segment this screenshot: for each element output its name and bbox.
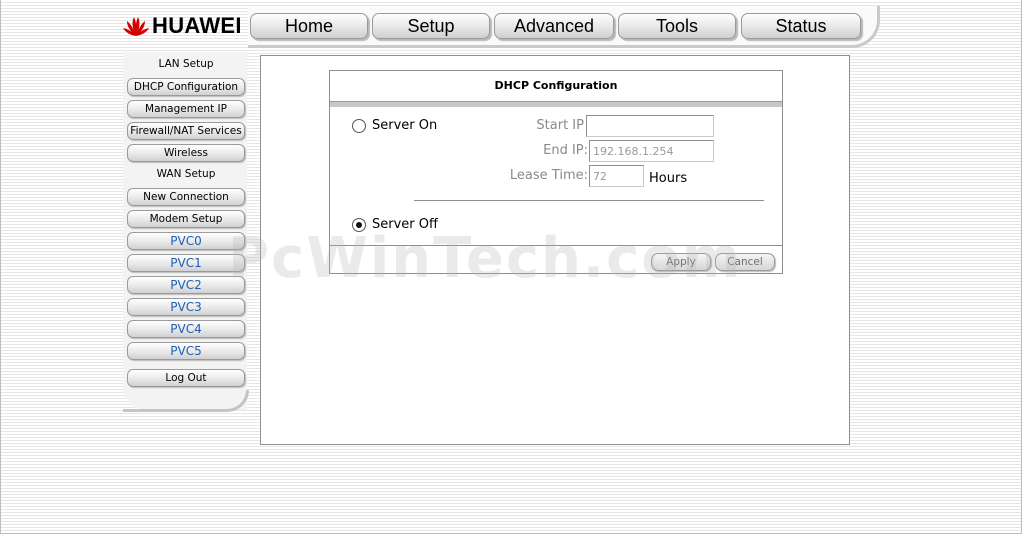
sidebar-item-pvc1[interactable]: PVC1 bbox=[127, 254, 245, 272]
sidebar-item-pvc3[interactable]: PVC3 bbox=[127, 298, 245, 316]
server-on-radio[interactable] bbox=[352, 119, 366, 133]
tab-home[interactable]: Home bbox=[250, 13, 368, 39]
huawei-logo: HUAWEI bbox=[123, 12, 247, 40]
sidebar-curve bbox=[123, 390, 249, 412]
server-off-radio[interactable] bbox=[352, 218, 366, 232]
sidebar-item-wireless[interactable]: Wireless bbox=[127, 144, 245, 162]
sidebar-item-dhcp-configuration[interactable]: DHCP Configuration bbox=[127, 78, 245, 96]
panel-header-bar bbox=[330, 101, 782, 107]
sidebar-item-pvc4[interactable]: PVC4 bbox=[127, 320, 245, 338]
end-ip-label: End IP: bbox=[543, 143, 588, 158]
tab-advanced[interactable]: Advanced bbox=[494, 13, 614, 39]
sidebar-item-firewall-nat[interactable]: Firewall/NAT Services bbox=[127, 122, 245, 140]
brand-name: HUAWEI bbox=[152, 13, 242, 38]
radio-selected-dot bbox=[356, 222, 362, 228]
hours-label: Hours bbox=[649, 171, 688, 186]
lease-time-input[interactable] bbox=[589, 165, 644, 187]
huawei-petal-icon bbox=[123, 17, 149, 36]
cancel-button[interactable]: Cancel bbox=[715, 253, 775, 271]
tab-status[interactable]: Status bbox=[741, 13, 861, 39]
server-on-label: Server On bbox=[372, 118, 438, 133]
panel-footer-divider bbox=[330, 245, 782, 246]
server-off-label: Server Off bbox=[372, 217, 438, 232]
sidebar-item-modem-setup[interactable]: Modem Setup bbox=[127, 210, 245, 228]
tab-setup[interactable]: Setup bbox=[372, 13, 490, 39]
apply-button[interactable]: Apply bbox=[651, 253, 711, 271]
logout-button[interactable]: Log Out bbox=[127, 369, 245, 387]
start-ip-label: Start IP bbox=[536, 118, 584, 133]
sidebar-item-pvc0[interactable]: PVC0 bbox=[127, 232, 245, 250]
sidebar-item-new-connection[interactable]: New Connection bbox=[127, 188, 245, 206]
sidebar-item-pvc5[interactable]: PVC5 bbox=[127, 342, 245, 360]
start-ip-input[interactable] bbox=[586, 115, 714, 137]
tab-tools[interactable]: Tools bbox=[618, 13, 736, 39]
lease-time-label: Lease Time: bbox=[509, 168, 588, 183]
sidebar-header-lan: LAN Setup bbox=[158, 58, 214, 70]
end-ip-input[interactable] bbox=[589, 140, 714, 162]
panel-title: DHCP Configuration bbox=[494, 79, 618, 92]
options-divider bbox=[414, 200, 764, 201]
sidebar-item-management-ip[interactable]: Management IP bbox=[127, 100, 245, 118]
sidebar-header-wan: WAN Setup bbox=[156, 168, 216, 180]
sidebar-item-pvc2[interactable]: PVC2 bbox=[127, 276, 245, 294]
